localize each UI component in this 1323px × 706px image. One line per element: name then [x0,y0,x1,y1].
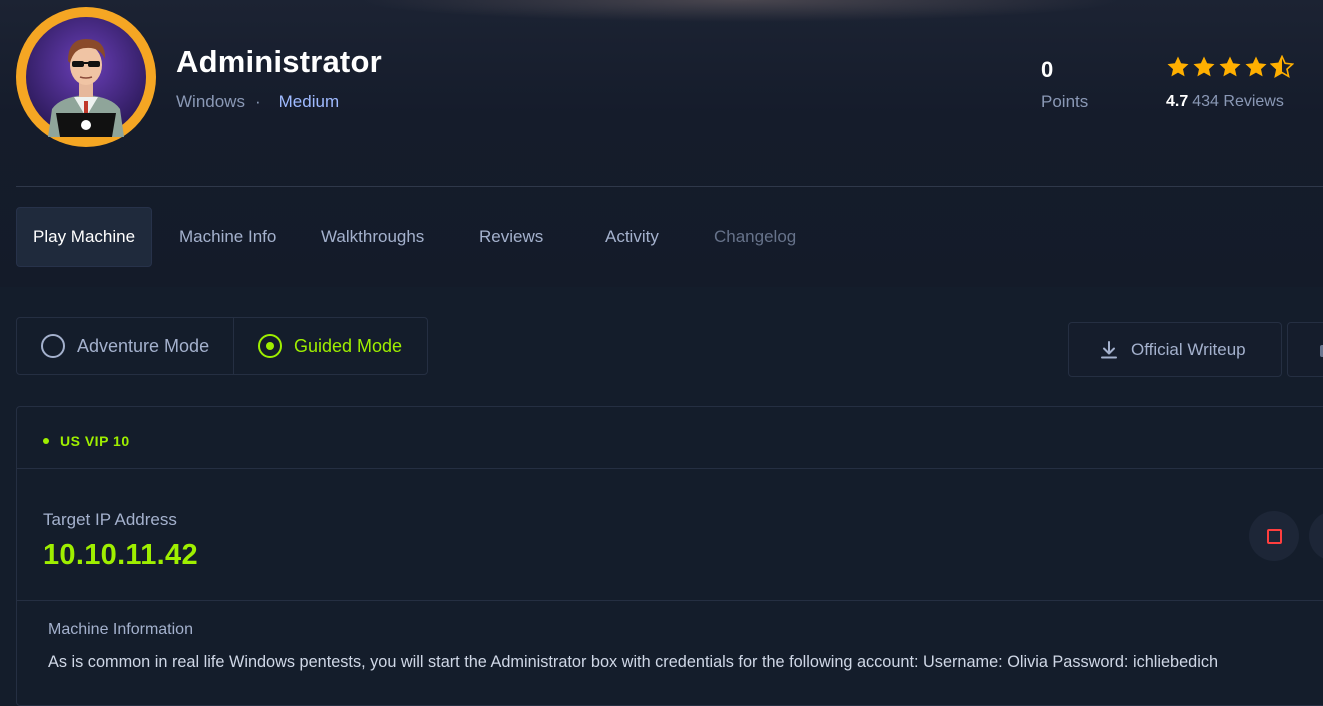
rating-summary[interactable]: 4.7 434 Reviews [1166,93,1284,111]
header-divider [16,186,1323,187]
star-icon [1167,56,1189,77]
panel-divider [17,600,1323,601]
reviews-count: 434 Reviews [1192,93,1284,110]
machine-difficulty: Medium [278,92,340,111]
tab-machine-info[interactable]: Machine Info [179,207,276,267]
official-writeup-button[interactable]: Official Writeup [1068,322,1282,377]
vpn-server[interactable]: US VIP 10 [43,433,130,449]
header-glow [0,0,1323,30]
status-dot-icon [43,438,49,444]
star-icon [1245,56,1267,77]
guided-mode-option[interactable]: Guided Mode [234,318,427,374]
tab-walkthroughs[interactable]: Walkthroughs [321,207,424,267]
target-ip-value[interactable]: 10.10.11.42 [43,539,198,572]
radio-checked-icon [258,334,282,358]
tab-changelog[interactable]: Changelog [714,207,796,267]
machine-avatar [16,7,156,147]
meta-separator: · [254,92,261,111]
target-ip-label: Target IP Address [43,510,177,529]
guided-mode-label: Guided Mode [294,335,403,356]
reset-machine-button[interactable] [1309,511,1323,561]
machine-information-text: As is common in real life Windows pentes… [48,653,1219,671]
mode-selector: Adventure Mode Guided Mode [16,317,428,375]
adventure-mode-label: Adventure Mode [77,335,210,356]
rating-stars [1166,55,1294,79]
machine-header: Administrator Windows · Medium 0 Points … [0,0,1323,287]
writeup-label: Official Writeup [1131,339,1246,359]
stop-icon [1266,528,1282,544]
vpn-server-label: US VIP 10 [60,433,130,449]
machine-title: Administrator [176,44,382,79]
star-icon [1219,56,1241,77]
points-value: 0 [1041,57,1054,82]
rating-value: 4.7 [1166,93,1189,110]
tab-play-machine[interactable]: Play Machine [16,207,153,267]
machine-os: Windows [176,92,245,111]
points-label: Points [1041,92,1089,111]
machine-meta: Windows · Medium [176,92,339,112]
tab-reviews[interactable]: Reviews [479,207,543,267]
machine-information-label: Machine Information [48,621,193,638]
star-icon [1193,56,1215,77]
secondary-action-button[interactable] [1287,322,1323,377]
avatar-illustration [26,17,146,137]
stop-machine-button[interactable] [1249,511,1299,561]
panel-divider [17,468,1323,469]
machine-panel: US VIP 10 Target IP Address 10.10.11.42 … [16,406,1323,706]
download-icon [1101,340,1117,358]
tab-activity[interactable]: Activity [605,207,659,267]
adventure-mode-option[interactable]: Adventure Mode [17,318,234,374]
radio-unchecked-icon [41,334,65,358]
half-star-icon [1270,55,1294,78]
